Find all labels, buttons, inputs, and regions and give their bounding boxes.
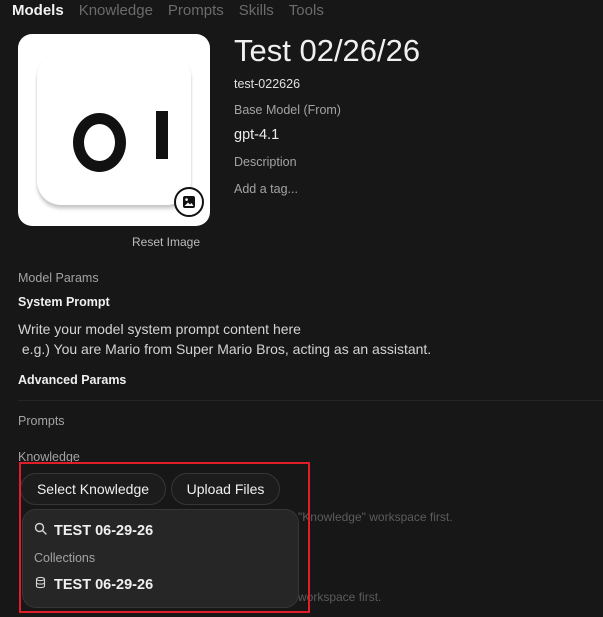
model-image[interactable]	[18, 34, 210, 226]
tab-prompts[interactable]: Prompts	[168, 2, 224, 22]
tab-knowledge[interactable]: Knowledge	[79, 2, 153, 22]
collections-label: Collections	[34, 551, 96, 565]
base-model-label: Base Model (From)	[234, 103, 341, 117]
tab-skills[interactable]: Skills	[239, 2, 274, 22]
knowledge-dropdown: Collections TEST 06-29-26	[22, 509, 299, 608]
advanced-params-toggle[interactable]: Advanced Params	[18, 373, 126, 387]
tab-tools[interactable]: Tools	[289, 2, 324, 22]
search-icon	[34, 522, 47, 540]
knowledge-label: Knowledge	[18, 450, 80, 464]
tools-hint: workspace first.	[298, 590, 382, 604]
system-prompt-label: System Prompt	[18, 295, 110, 309]
knowledge-hint: "Knowledge" workspace first.	[298, 510, 453, 524]
logo-letter-o	[73, 113, 126, 172]
base-model-select[interactable]: gpt-4.1	[234, 127, 279, 143]
tab-models[interactable]: Models	[12, 2, 64, 22]
logo-letter-i	[156, 111, 168, 159]
description-label: Description	[234, 155, 297, 169]
model-name[interactable]: Test 02/26/26	[234, 33, 420, 69]
database-icon	[34, 576, 47, 593]
collection-item-label: TEST 06-29-26	[54, 576, 154, 593]
system-prompt-input[interactable]	[18, 319, 578, 363]
model-id[interactable]: test-022626	[234, 77, 300, 91]
prompts-label: Prompts	[18, 414, 65, 428]
reset-image-button[interactable]: Reset Image	[132, 235, 200, 249]
top-nav: Models Knowledge Prompts Skills Tools	[12, 2, 324, 22]
model-params-label: Model Params	[18, 271, 99, 285]
knowledge-search-input[interactable]	[54, 523, 254, 539]
dropdown-search-row	[34, 522, 254, 540]
image-icon[interactable]	[174, 187, 204, 217]
select-knowledge-button[interactable]: Select Knowledge	[20, 473, 166, 505]
divider	[18, 400, 603, 401]
tag-input[interactable]	[234, 182, 434, 196]
upload-files-button[interactable]: Upload Files	[171, 473, 280, 505]
collection-item[interactable]: TEST 06-29-26	[34, 576, 153, 593]
